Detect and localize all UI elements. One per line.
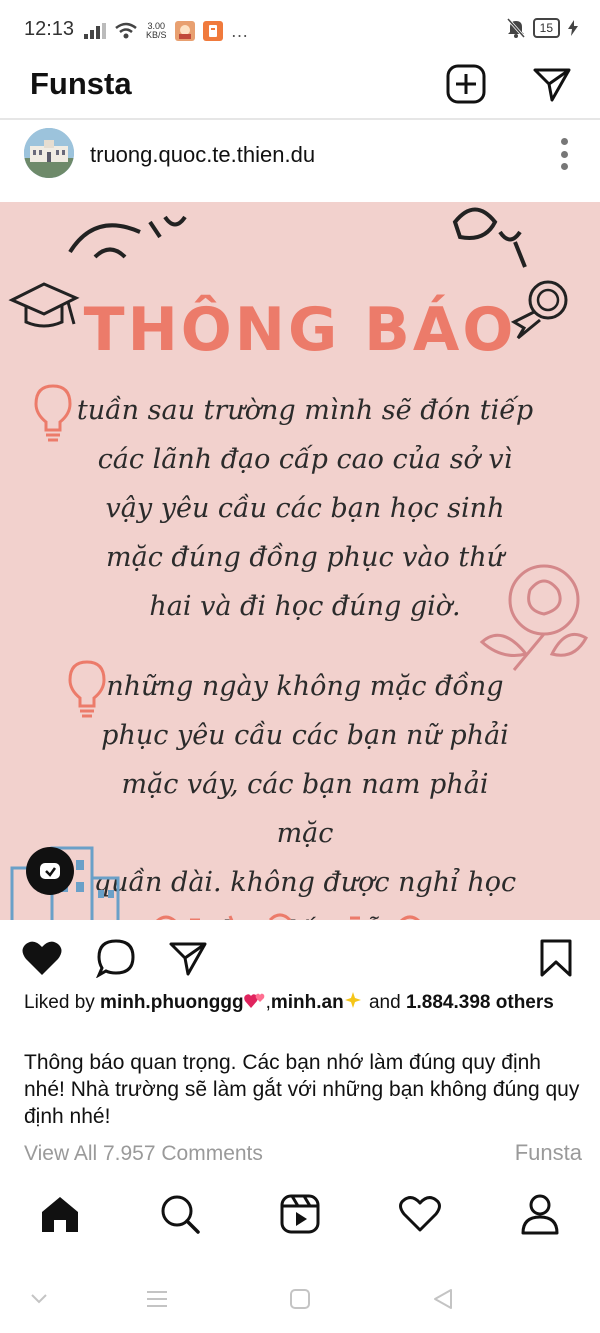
status-icons: 3.00 KB/S … — [84, 18, 249, 44]
charging-icon — [568, 20, 578, 36]
liker-username[interactable]: minh.an — [271, 992, 344, 1013]
sys-collapse-button[interactable] — [24, 1284, 54, 1314]
text-line: tuần sau trường mình sẽ đón tiếp — [76, 395, 534, 426]
bottom-nav — [0, 1180, 600, 1250]
app-header: Funsta — [0, 60, 600, 120]
announcement-paragraph-1: tuần sau trường mình sẽ đón tiếp các lãn… — [70, 386, 540, 631]
sparkles-emoji-icon — [344, 992, 361, 1008]
comment-icon — [96, 939, 135, 978]
chevron-down-icon — [31, 1294, 47, 1304]
status-right: 15 — [506, 18, 578, 38]
text-line: vậy yêu cầu các bạn học sinh — [105, 493, 505, 524]
mute-icon — [506, 18, 525, 38]
nav-activity[interactable] — [396, 1190, 444, 1238]
post-caption: Thông báo quan trọng. Các bạn nhớ làm đú… — [24, 1051, 580, 1128]
school-building-image — [24, 128, 74, 178]
app-title: Funsta — [30, 66, 132, 101]
dot — [560, 150, 568, 158]
nav-reels[interactable] — [276, 1190, 324, 1238]
text-line: phục yêu cầu các bạn nữ phải — [101, 720, 509, 751]
post-username[interactable]: truong.quoc.te.thien.du — [90, 142, 315, 168]
banner-arc — [68, 207, 527, 268]
liker-username[interactable]: minh.phuonggg — [100, 992, 244, 1013]
square-icon — [290, 1289, 310, 1309]
text-line: hai và đi học đúng giờ. — [149, 591, 461, 622]
like-button[interactable] — [20, 936, 64, 980]
text-line: mặc đúng đồng phục vào thứ — [106, 542, 504, 573]
avatar[interactable] — [24, 128, 74, 178]
reels-icon — [280, 1194, 320, 1234]
share-button[interactable] — [166, 936, 210, 980]
save-button[interactable] — [534, 936, 578, 980]
text-line: mặc váy, các bạn nam phải mặc — [121, 769, 489, 849]
system-navigation — [0, 1270, 600, 1326]
nav-home[interactable] — [36, 1190, 84, 1238]
lightbulb-icon — [34, 384, 72, 442]
hearts-emoji-icon — [243, 993, 264, 1008]
brand-watermark: Funsta — [514, 1140, 582, 1165]
network-speed: 3.00 KB/S — [146, 21, 167, 40]
announcement-paragraph-2: những ngày không mặc đồng phục yêu cầu c… — [90, 662, 520, 920]
post-actions — [0, 922, 600, 992]
post-image[interactable]: THÔNG BÁO tuần sau trường mình sẽ đón ti… — [0, 202, 600, 920]
home-icon — [42, 1197, 78, 1232]
plus-square-icon — [446, 64, 486, 104]
more-notifications-icon: … — [230, 20, 249, 41]
wifi-icon — [115, 22, 137, 39]
battery-indicator: 15 — [532, 18, 560, 38]
post-header: truong.quoc.te.thien.du — [0, 120, 600, 200]
sys-menu-button[interactable] — [142, 1284, 172, 1314]
profile-icon — [521, 1194, 559, 1235]
reel-tag-button[interactable] — [26, 847, 74, 895]
share-icon — [169, 942, 207, 976]
announcement-title: THÔNG BÁO — [83, 295, 517, 365]
view-comments-link[interactable]: View All 7.957 Comments — [24, 1142, 263, 1166]
dot — [560, 138, 568, 145]
status-bar: 12:13 3.00 KB/S … 15 — [0, 0, 600, 60]
sys-home-button[interactable] — [285, 1284, 315, 1314]
bookmark-icon — [540, 939, 572, 977]
send-icon — [533, 68, 571, 102]
nav-search[interactable] — [156, 1190, 204, 1238]
heart-icon — [22, 941, 62, 975]
back-triangle-icon — [434, 1289, 452, 1309]
search-icon — [161, 1195, 200, 1234]
direct-messages-button[interactable] — [530, 62, 574, 106]
text-line: những ngày không mặc đồng — [106, 671, 504, 702]
text-line: các lãnh đạo cấp cao của sở vì — [97, 444, 513, 475]
status-time: 12:13 — [24, 18, 75, 40]
likes-summary: Liked by minh.phuonggg ,minh.an and 1.884… — [24, 992, 554, 1013]
menu-icon — [147, 1291, 167, 1307]
likes-count[interactable]: 1.884.398 others — [406, 992, 554, 1013]
post-options-button[interactable] — [554, 138, 574, 170]
sys-back-button[interactable] — [428, 1284, 458, 1314]
new-post-button[interactable] — [444, 62, 488, 106]
app-notification-icon — [174, 21, 195, 41]
nav-profile[interactable] — [516, 1190, 564, 1238]
activity-icon — [399, 1196, 441, 1232]
reels-badge-icon — [40, 863, 60, 879]
cut-off-text — [156, 913, 420, 920]
text-line: quần dài. không được nghỉ học — [93, 867, 517, 898]
dot — [560, 163, 568, 170]
comment-button[interactable] — [94, 936, 138, 980]
app-notification-icon-2 — [202, 21, 223, 41]
signal-icon — [84, 23, 106, 39]
